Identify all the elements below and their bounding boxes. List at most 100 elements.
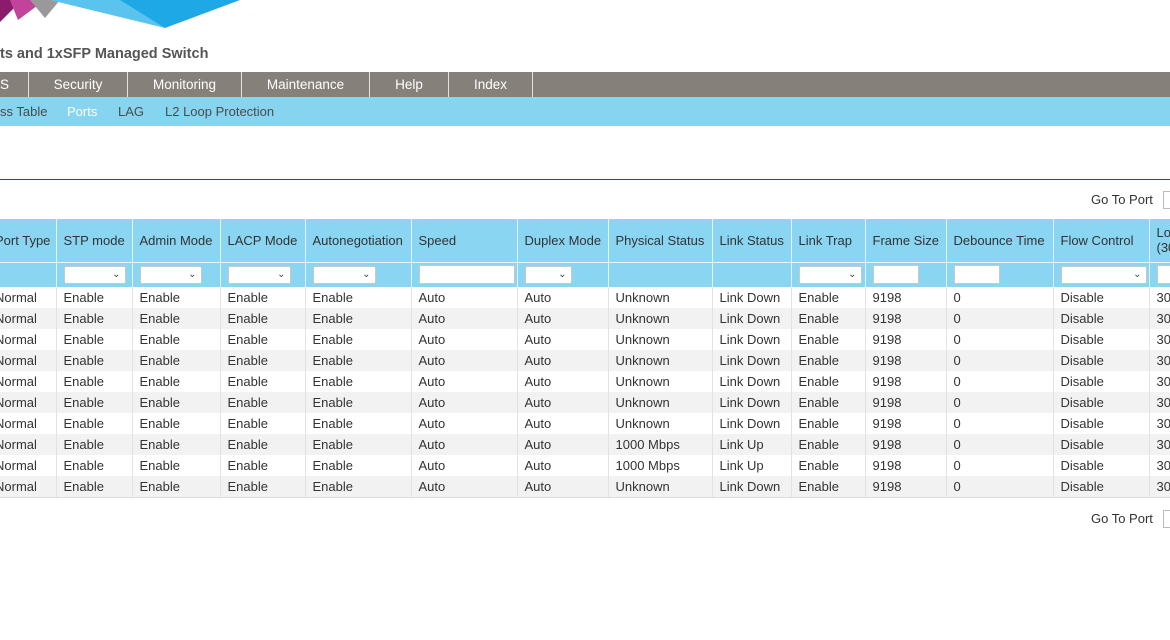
table-cell: Enable [56,308,133,329]
col-header-lacp-mode[interactable]: LACP Mode [220,219,306,262]
menu-item-partial[interactable]: S [0,72,29,97]
table-cell: Enable [132,371,221,392]
table-cell: 9198 [865,308,947,329]
table-cell: Enable [791,308,866,329]
table-cell: Auto [411,329,518,350]
table-cell: Link Down [712,329,792,350]
table-cell: Enable [220,287,306,308]
table-cell: 9198 [865,350,947,371]
col-header-frame-size[interactable]: Frame Size [865,219,947,262]
duplex-mode-filter-select[interactable]: ⌄ [524,265,572,284]
table-cell: Auto [411,287,518,308]
table-cell: 30 [1149,350,1170,371]
table-cell: 9198 [865,392,947,413]
table-cell: Disable [1053,308,1150,329]
table-row[interactable]: NormalEnableEnableEnableEnableAutoAutoUn… [0,476,1170,498]
table-cell: Enable [56,476,133,498]
flow-control-filter-select[interactable]: ⌄ [1060,265,1147,284]
chevron-down-icon: ⌄ [848,268,857,280]
col-header-flow-control[interactable]: Flow Control [1053,219,1150,262]
table-cell: Enable [220,413,306,434]
menu-item-monitoring[interactable]: Monitoring [128,72,242,97]
table-cell: 9198 [865,287,947,308]
table-cell: Unknown [608,476,713,498]
table-cell: Enable [56,455,133,476]
table-row[interactable]: NormalEnableEnableEnableEnableAutoAuto10… [0,434,1170,455]
table-cell: Enable [56,434,133,455]
subnav-ports[interactable]: Ports [67,97,97,126]
table-cell: Auto [517,455,609,476]
table-cell: Disable [1053,476,1150,498]
table-cell: 9198 [865,476,947,498]
ports-table: Port Type STP mode Admin Mode LACP Mode … [0,219,1170,499]
filter-row: ⌄ ⌄ ⌄ ⌄ ⌄ ⌄ ⌄ [0,261,1170,287]
col-header-debounce-time[interactable]: Debounce Time [946,219,1054,262]
table-cell: Enable [132,392,221,413]
col-header-link-status[interactable]: Link Status [712,219,792,262]
table-header-row: Port Type STP mode Admin Mode LACP Mode … [0,219,1170,262]
col-header-partial[interactable]: Lo (30 [1149,219,1170,262]
table-row[interactable]: NormalEnableEnableEnableEnableAutoAutoUn… [0,308,1170,329]
table-cell: Enable [305,287,412,308]
table-cell: Unknown [608,413,713,434]
go-to-port-input-bottom[interactable] [1163,510,1170,528]
table-cell: Enable [132,308,221,329]
menu-item-maintenance[interactable]: Maintenance [242,72,370,97]
go-to-port-input-top[interactable] [1163,191,1170,209]
table-cell: Auto [517,392,609,413]
speed-filter-input[interactable] [418,265,515,285]
autonegotiation-filter-select[interactable]: ⌄ [312,265,376,284]
table-row[interactable]: NormalEnableEnableEnableEnableAutoAutoUn… [0,392,1170,413]
table-cell: Enable [56,329,133,350]
table-cell: 0 [946,329,1054,350]
subnav-lag[interactable]: LAG [118,97,144,126]
table-cell: Link Down [712,350,792,371]
table-cell: Enable [56,287,133,308]
link-trap-filter-select[interactable]: ⌄ [798,265,862,284]
table-cell: Disable [1053,392,1150,413]
table-cell: Unknown [608,350,713,371]
table-row[interactable]: NormalEnableEnableEnableEnableAutoAutoUn… [0,350,1170,371]
menu-item-security[interactable]: Security [29,72,128,97]
table-row[interactable]: NormalEnableEnableEnableEnableAutoAutoUn… [0,413,1170,434]
col-header-speed[interactable]: Speed [411,219,518,262]
subnav-address-table[interactable]: ss Table [0,97,47,126]
table-row[interactable]: NormalEnableEnableEnableEnableAutoAuto10… [0,455,1170,476]
debounce-time-filter-input[interactable] [953,265,1000,285]
chevron-down-icon: ⌄ [1133,268,1142,280]
table-cell: 9198 [865,455,947,476]
table-cell: Enable [132,434,221,455]
table-cell: Auto [517,329,609,350]
menu-item-index[interactable]: Index [449,72,533,97]
table-row[interactable]: NormalEnableEnableEnableEnableAutoAutoUn… [0,287,1170,308]
table-cell: Enable [305,476,412,498]
table-cell: Enable [305,350,412,371]
table-cell: Auto [411,476,518,498]
col-header-stp-mode[interactable]: STP mode [56,219,133,262]
table-cell: Enable [791,287,866,308]
col-header-port-type[interactable]: Port Type [0,219,57,262]
table-cell: Enable [791,350,866,371]
table-cell: Disable [1053,371,1150,392]
col-header-physical-status[interactable]: Physical Status [608,219,713,262]
lacp-mode-filter-select[interactable]: ⌄ [227,265,291,284]
col-header-link-trap[interactable]: Link Trap [791,219,866,262]
table-cell: Disable [1053,350,1150,371]
table-cell: Normal [0,371,57,392]
table-row[interactable]: NormalEnableEnableEnableEnableAutoAutoUn… [0,329,1170,350]
col-header-duplex-mode[interactable]: Duplex Mode [517,219,609,262]
frame-size-filter-input[interactable] [872,265,919,285]
stp-mode-filter-select[interactable]: ⌄ [63,265,126,284]
subnav-l2-loop-protection[interactable]: L2 Loop Protection [165,97,274,126]
table-cell: Link Down [712,476,792,498]
admin-mode-filter-select[interactable]: ⌄ [139,265,202,284]
table-cell: Auto [517,476,609,498]
col-header-autonegotiation[interactable]: Autonegotiation [305,219,412,262]
table-cell: Disable [1053,287,1150,308]
table-row[interactable]: NormalEnableEnableEnableEnableAutoAutoUn… [0,371,1170,392]
col-header-admin-mode[interactable]: Admin Mode [132,219,221,262]
partial-filter-input[interactable] [1156,265,1170,285]
table-cell: Enable [791,371,866,392]
table-cell: 0 [946,392,1054,413]
menu-item-help[interactable]: Help [370,72,449,97]
